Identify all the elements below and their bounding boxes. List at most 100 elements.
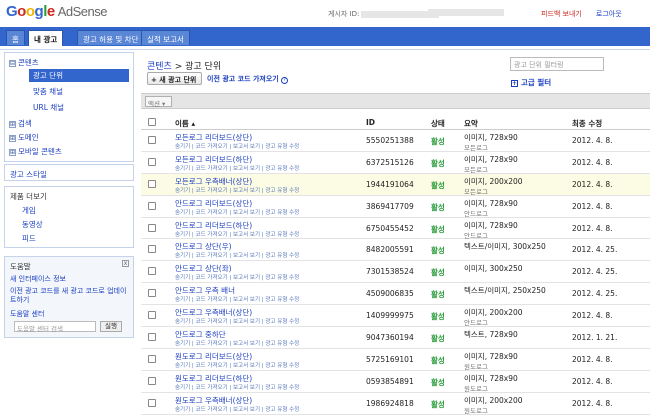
more-products-video[interactable]: 동영상	[10, 219, 128, 230]
action-bar: 액션 ▾	[141, 93, 650, 109]
table-row[interactable]: 안드로그 상단(우) 숨기기 | 코드 가져오기 | 보고서 보기 | 광고 유형…	[141, 239, 650, 262]
help-link-new-interface[interactable]: 새 인터페이스 정보	[10, 275, 128, 284]
sidebar-item-content[interactable]: ⊟ 콘텐츠	[9, 57, 39, 68]
logout-link[interactable]: 로그아웃	[596, 10, 622, 18]
advanced-filter-toggle[interactable]: + 고급 필터	[511, 77, 551, 88]
sidebar-item-custom-channels[interactable]: 맞춤 채널	[33, 86, 63, 97]
table-row[interactable]: 안드로그 중하단 숨기기 | 코드 가져오기 | 보고서 보기 | 광고 유형 수…	[141, 327, 650, 349]
status-badge: 활성	[431, 334, 445, 344]
help-search-input[interactable]: 도움말 센터 검색	[14, 321, 96, 333]
expand-icon[interactable]: ⊞	[9, 121, 16, 128]
tab-home[interactable]: 홈	[6, 30, 25, 45]
row-checkbox[interactable]	[148, 333, 156, 342]
sidebar-item-mobile-content[interactable]: ⊞ 모바일 콘텐츠	[9, 146, 62, 157]
row-checkbox[interactable]	[148, 136, 156, 144]
select-all-checkbox[interactable]	[148, 118, 156, 126]
table-row[interactable]: 안드로그 리더보드(하단) 숨기기 | 코드 가져오기 | 보고서 보기 | 광고…	[141, 218, 650, 240]
table-row[interactable]: 원도로그 리더보드(상단) 숨기기 | 코드 가져오기 | 보고서 보기 | 광고…	[141, 349, 650, 371]
ad-unit-id: 6750455452	[366, 223, 414, 233]
help-box: 도움말 x 새 인터페이스 정보 이전 광고 코드를 새 광고 코드로 업데이트…	[4, 256, 134, 338]
ad-unit-filter-input[interactable]: 광고 단위 필터링	[510, 57, 604, 71]
row-action-links[interactable]: 숨기기 | 코드 가져오기 | 보고서 보기 | 광고 유형 수정	[175, 339, 299, 347]
ad-unit-id: 7301538524	[366, 267, 414, 277]
row-checkbox[interactable]	[148, 267, 156, 276]
breadcrumb-content[interactable]: 콘텐츠	[147, 62, 172, 72]
table-row[interactable]: 모든로그 리더보드(상단) 숨기기 | 코드 가져오기 | 보고서 보기 | 광고…	[141, 130, 650, 152]
ad-units-table: 이름 ▴ ID 상태 요약 최종 수정 모든로그 리더보드(상단) 숨기기 | 코…	[141, 113, 650, 415]
sidebar-item-ad-style[interactable]: 광고 스타일	[4, 164, 134, 181]
table-row[interactable]: 원도로그 리더보드(하단) 숨기기 | 코드 가져오기 | 보고서 보기 | 광고…	[141, 371, 650, 393]
row-checkbox[interactable]	[148, 311, 156, 320]
tab-divider	[0, 46, 650, 50]
account-info: 게시자 ID:	[328, 9, 504, 19]
last-modified-date: 2012. 4. 8.	[572, 354, 613, 364]
row-checkbox[interactable]	[148, 157, 156, 166]
table-body: 모든로그 리더보드(상단) 숨기기 | 코드 가져오기 | 보고서 보기 | 광고…	[141, 130, 650, 415]
sidebar-item-ad-units[interactable]: 광고 단위	[29, 69, 129, 82]
sidebar-item-url-channels[interactable]: URL 채널	[33, 102, 64, 113]
help-search-button[interactable]: 실행	[100, 321, 122, 332]
expand-icon[interactable]: ⊞	[9, 149, 16, 156]
tab-allow-block-ads[interactable]: 광고 허용 및 차단	[77, 30, 145, 45]
last-modified-date: 2012. 4. 25.	[572, 267, 618, 277]
ad-unit-id: 8482005591	[366, 245, 414, 255]
table-row[interactable]: 안드로그 우측배너(상단) 숨기기 | 코드 가져오기 | 보고서 보기 | 광고…	[141, 305, 650, 327]
more-products-games[interactable]: 게임	[10, 205, 128, 216]
row-action-links[interactable]: 숨기기 | 코드 가져오기 | 보고서 보기 | 광고 유형 수정	[175, 361, 299, 369]
table-row[interactable]: 원도로그 우측배너(상단) 숨기기 | 코드 가져오기 | 보고서 보기 | 광고…	[141, 393, 650, 415]
tab-performance-reports[interactable]: 실적 보고서	[141, 30, 190, 45]
row-action-links[interactable]: 숨기기 | 코드 가져오기 | 보고서 보기 | 광고 유형 수정	[175, 273, 299, 281]
row-checkbox[interactable]	[148, 289, 156, 298]
close-icon[interactable]: x	[122, 260, 129, 267]
ad-unit-summary-channel: 원도로그	[464, 384, 488, 393]
row-checkbox[interactable]	[148, 354, 156, 363]
row-checkbox[interactable]	[148, 179, 156, 188]
row-action-links[interactable]: 숨기기 | 코드 가져오기 | 보고서 보기 | 광고 유형 수정	[175, 164, 299, 172]
table-row[interactable]: 안드로그 상단(좌) 숨기기 | 코드 가져오기 | 보고서 보기 | 광고 유형…	[141, 261, 650, 284]
feedback-link[interactable]: 피드백 보내기	[541, 10, 582, 18]
column-id[interactable]: ID	[366, 118, 375, 127]
column-name[interactable]: 이름 ▴	[175, 118, 195, 129]
ad-unit-summary-channel: 원도로그	[464, 362, 488, 371]
table-row[interactable]: 모든로그 우측배너(상단) 숨기기 | 코드 가져오기 | 보고서 보기 | 광고…	[141, 173, 650, 196]
table-row[interactable]: 모든로그 리더보드(하단) 숨기기 | 코드 가져오기 | 보고서 보기 | 광고…	[141, 152, 650, 174]
row-action-links[interactable]: 숨기기 | 코드 가져오기 | 보고서 보기 | 광고 유형 수정	[175, 405, 299, 413]
more-products-feeds[interactable]: 피드	[10, 233, 128, 244]
tab-my-ads[interactable]: 내 광고	[28, 30, 64, 46]
row-action-links[interactable]: 숨기기 | 코드 가져오기 | 보고서 보기 | 광고 유형 수정	[175, 295, 299, 303]
last-modified-date: 2012. 1. 21.	[572, 333, 618, 343]
status-badge: 활성	[431, 224, 445, 234]
collapse-icon[interactable]: ⊟	[9, 60, 16, 67]
help-link-update-code[interactable]: 이전 광고 코드를 새 광고 코드로 업데이트하기	[10, 287, 128, 305]
table-row[interactable]: 안드로그 우측 배너 숨기기 | 코드 가져오기 | 보고서 보기 | 광고 유형…	[141, 283, 650, 306]
row-checkbox[interactable]	[148, 376, 156, 385]
row-action-links[interactable]: 숨기기 | 코드 가져오기 | 보고서 보기 | 광고 유형 수정	[175, 230, 299, 238]
last-modified-date: 2012. 4. 8.	[572, 157, 613, 167]
row-action-links[interactable]: 숨기기 | 코드 가져오기 | 보고서 보기 | 광고 유형 수정	[175, 251, 299, 259]
row-action-links[interactable]: 숨기기 | 코드 가져오기 | 보고서 보기 | 광고 유형 수정	[175, 383, 299, 391]
status-badge: 활성	[431, 158, 445, 168]
sidebar-item-search[interactable]: ⊞ 검색	[9, 118, 32, 129]
row-checkbox[interactable]	[148, 201, 156, 210]
ad-unit-id: 9047360194	[366, 333, 414, 343]
column-status[interactable]: 상태	[431, 118, 445, 129]
action-dropdown[interactable]: 액션 ▾	[145, 96, 172, 108]
column-summary[interactable]: 요약	[464, 118, 478, 129]
help-center-link[interactable]: 도움말 센터	[10, 309, 128, 319]
column-last-modified[interactable]: 최종 수정	[572, 118, 602, 129]
expand-icon[interactable]: ⊞	[9, 135, 16, 142]
row-action-links[interactable]: 숨기기 | 코드 가져오기 | 보고서 보기 | 광고 유형 수정	[175, 142, 299, 150]
row-checkbox[interactable]	[148, 398, 156, 407]
row-checkbox[interactable]	[148, 245, 156, 254]
row-action-links[interactable]: 숨기기 | 코드 가져오기 | 보고서 보기 | 광고 유형 수정	[175, 186, 299, 194]
help-icon[interactable]: ?	[281, 77, 289, 84]
row-action-links[interactable]: 숨기기 | 코드 가져오기 | 보고서 보기 | 광고 유형 수정	[175, 208, 299, 216]
get-legacy-code-link[interactable]: 이전 광고 코드 가져오기 ?	[207, 74, 289, 84]
sidebar-item-domains[interactable]: ⊞ 도메인	[9, 132, 39, 143]
adsense-logo[interactable]: Google AdSense	[6, 3, 107, 20]
more-products-box: 제품 더보기 게임 동영상 피드	[4, 186, 134, 248]
row-action-links[interactable]: 숨기기 | 코드 가져오기 | 보고서 보기 | 광고 유형 수정	[175, 317, 299, 325]
new-ad-unit-button[interactable]: + 새 광고 단위	[147, 72, 202, 85]
row-checkbox[interactable]	[148, 223, 156, 232]
table-row[interactable]: 안드로그 리더보드(상단) 숨기기 | 코드 가져오기 | 보고서 보기 | 광고…	[141, 196, 650, 218]
